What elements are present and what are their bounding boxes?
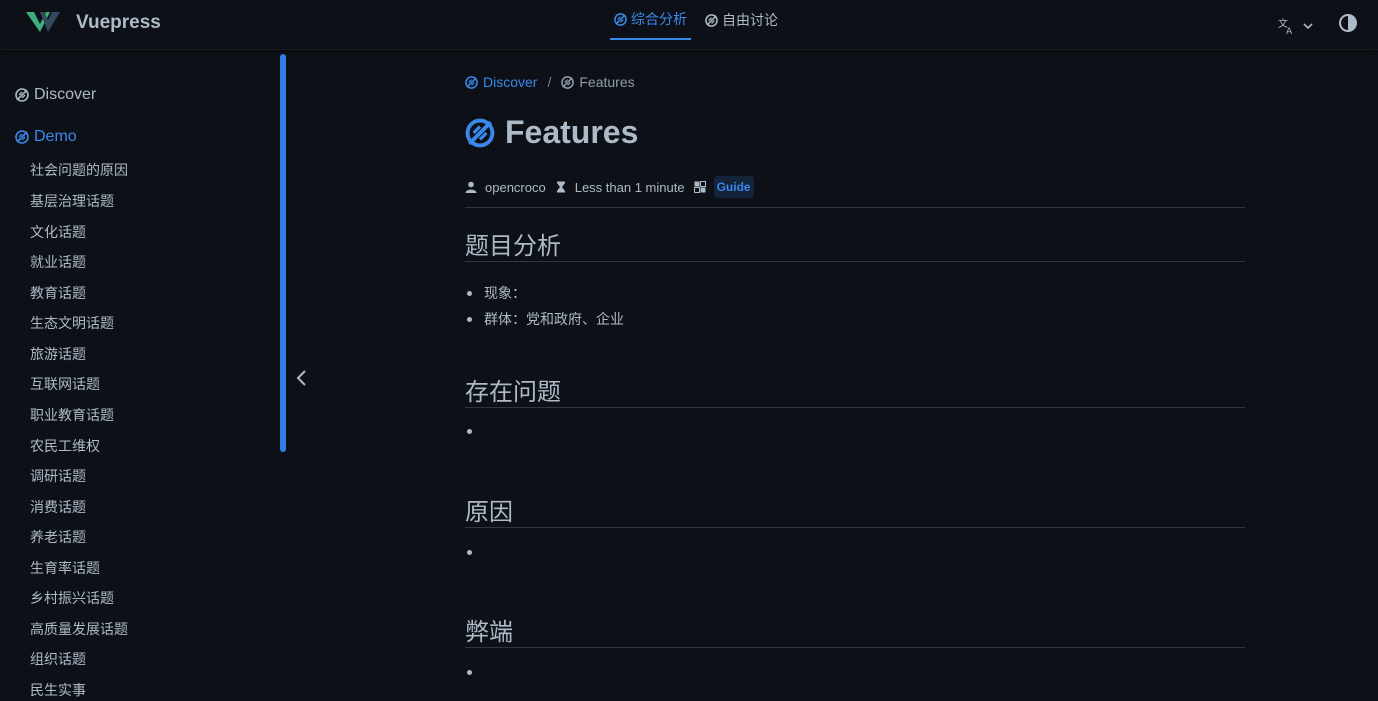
sidebar-group-label: Demo <box>34 128 77 145</box>
sidebar-group-discover[interactable]: Discover <box>15 86 96 104</box>
sidebar-item[interactable]: 组织话题 <box>30 649 86 669</box>
brand-name: Vuepress <box>76 12 161 33</box>
category-info: Guide <box>693 176 754 198</box>
discover-icon <box>705 13 718 27</box>
sidebar-item[interactable]: 文化话题 <box>30 222 86 242</box>
bullet <box>467 290 472 296</box>
sidebar-item[interactable]: 互联网话题 <box>30 374 100 394</box>
sidebar-item[interactable]: 养老话题 <box>30 527 86 547</box>
breadcrumb: Discover / Features <box>465 74 635 90</box>
translate-icon: 文 A <box>1278 17 1293 35</box>
sidebar-scrollbar[interactable] <box>280 54 286 452</box>
contrast-icon <box>1339 14 1357 32</box>
section-heading: 存在问题 <box>465 379 561 406</box>
vuepress-logo-icon <box>26 12 60 32</box>
chevron-down-icon <box>1303 22 1313 29</box>
language-dropdown[interactable]: 文 A <box>1278 17 1314 35</box>
divider <box>465 261 1245 262</box>
list-item <box>465 550 484 555</box>
discover-icon <box>614 12 627 26</box>
sidebar-item[interactable]: 旅游话题 <box>30 344 86 364</box>
user-icon <box>465 181 477 193</box>
breadcrumb-separator: / <box>547 74 552 90</box>
nav-link-analysis[interactable]: 综合分析 <box>610 0 691 40</box>
sidebar-item[interactable]: 消费话题 <box>30 497 86 517</box>
sidebar-item[interactable]: 调研话题 <box>30 466 86 486</box>
hourglass-icon <box>556 181 565 193</box>
breadcrumb-link-discover[interactable]: Discover <box>465 74 537 90</box>
category-icon <box>693 181 706 193</box>
sidebar-item[interactable]: 乡村振兴话题 <box>30 588 114 608</box>
sidebar-group-demo[interactable]: Demo <box>15 128 77 146</box>
discover-icon <box>15 130 29 144</box>
divider <box>465 527 1245 528</box>
sidebar-group-label: Discover <box>34 86 97 103</box>
sidebar-item[interactable]: 农民工维权 <box>30 436 100 456</box>
navbar-actions: 文 A <box>1278 13 1358 38</box>
theme-toggle[interactable] <box>1338 13 1358 38</box>
author-name: opencroco <box>485 179 546 195</box>
sidebar: Discover Demo 社会问题的原因 基层治理话题 文化话题 就业话题 教… <box>0 50 288 701</box>
list-item <box>465 429 484 434</box>
brand-link[interactable]: Vuepress <box>26 10 161 36</box>
nav-link-label: 自由讨论 <box>722 12 778 28</box>
nav-link-discussion[interactable]: 自由讨论 <box>701 0 782 40</box>
section-heading: 原因 <box>465 499 513 526</box>
list-item: 现象： <box>465 283 526 303</box>
section-heading: 题目分析 <box>465 233 561 260</box>
list-item-text: 现象： <box>484 285 526 301</box>
discover-icon <box>15 88 29 102</box>
page-title: Features <box>465 114 638 151</box>
divider <box>465 647 1245 648</box>
list-item: 群体：党和政府、企业 <box>465 309 624 329</box>
discover-icon <box>561 75 575 89</box>
section-heading: 弊端 <box>465 619 513 646</box>
list-item <box>465 670 484 675</box>
chevron-left-icon <box>296 370 306 386</box>
sidebar-item[interactable]: 基层治理话题 <box>30 191 114 211</box>
sidebar-item[interactable]: 教育话题 <box>30 283 86 303</box>
sidebar-item[interactable]: 职业教育话题 <box>30 405 114 425</box>
navbar: Vuepress 综合分析 自由讨论 文 A <box>0 0 1378 50</box>
category-tag[interactable]: Guide <box>713 176 754 198</box>
bullet <box>467 429 472 434</box>
author-info: opencroco <box>465 180 546 195</box>
sidebar-item[interactable]: 高质量发展话题 <box>30 619 128 639</box>
page-title-text: Features <box>505 114 639 150</box>
sidebar-item[interactable]: 就业话题 <box>30 252 86 272</box>
sidebar-item[interactable]: 生态文明话题 <box>30 313 114 333</box>
divider <box>465 207 1245 208</box>
divider <box>465 407 1245 408</box>
bullet <box>467 550 472 555</box>
list-item-text: 群体：党和政府、企业 <box>484 311 624 327</box>
bullet <box>467 316 472 322</box>
nav-link-label: 综合分析 <box>631 11 687 27</box>
sidebar-item[interactable]: 社会问题的原因 <box>30 160 128 180</box>
top-nav: 综合分析 自由讨论 <box>610 0 792 50</box>
breadcrumb-label: Features <box>579 74 635 90</box>
sidebar-item[interactable]: 民生实事 <box>30 680 86 700</box>
reading-time: Less than 1 minute <box>555 180 685 195</box>
svg-text:A: A <box>1286 27 1293 35</box>
bullet <box>467 670 472 675</box>
breadcrumb-current: Features <box>561 74 635 90</box>
discover-icon <box>465 118 495 147</box>
sidebar-toggle-button[interactable] <box>292 366 312 390</box>
breadcrumb-label: Discover <box>483 74 538 90</box>
discover-icon <box>465 75 478 89</box>
sidebar-item[interactable]: 生育率话题 <box>30 558 100 578</box>
page-meta: opencroco Less than 1 minute Guide <box>465 176 763 198</box>
reading-time-text: Less than 1 minute <box>574 179 685 195</box>
